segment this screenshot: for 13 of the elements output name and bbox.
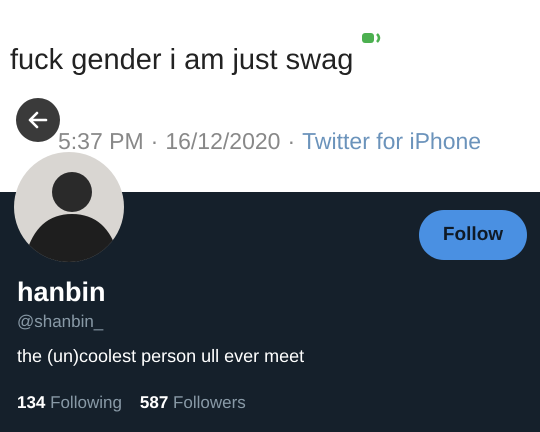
stat-link[interactable]: 134 Following <box>17 390 122 416</box>
tweet-time: 5:37 PM <box>58 127 144 156</box>
tweet-text: fuck gender i am just swag <box>10 43 354 78</box>
separator-dot: · <box>150 127 158 156</box>
profile-handle: @shanbin_ <box>17 311 104 333</box>
back-button[interactable] <box>16 98 60 142</box>
follow-button[interactable]: Follow <box>419 210 527 260</box>
profile-bio: the (un)coolest person ull ever meet <box>17 345 304 368</box>
separator-dot: · <box>287 127 296 156</box>
tweet-source: Twitter for iPhone <box>302 127 482 156</box>
stat-link[interactable]: 587 Followers <box>140 390 246 416</box>
tweet-date: 16/12/2020 <box>165 127 280 156</box>
profile-name: hanbin <box>17 276 106 308</box>
